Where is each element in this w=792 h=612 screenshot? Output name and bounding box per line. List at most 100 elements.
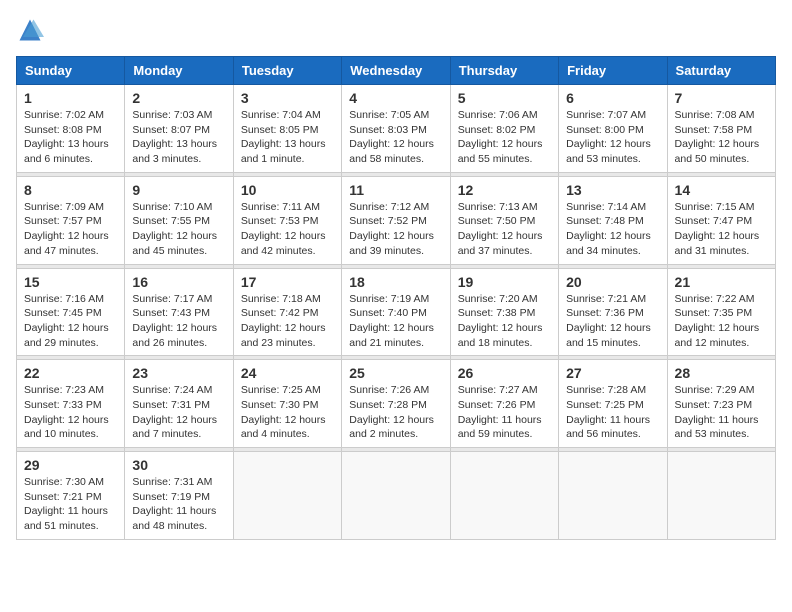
day-number: 1 [24,90,117,106]
logo [16,16,48,44]
day-info: Sunrise: 7:03 AMSunset: 8:07 PMDaylight:… [132,108,225,167]
day-info: Sunrise: 7:29 AMSunset: 7:23 PMDaylight:… [675,383,768,442]
day-number: 17 [241,274,334,290]
day-info: Sunrise: 7:23 AMSunset: 7:33 PMDaylight:… [24,383,117,442]
calendar-cell: 3Sunrise: 7:04 AMSunset: 8:05 PMDaylight… [233,85,341,173]
week-row-3: 15 Sunrise: 7:16 AMSunset: 7:45 PMDayligh… [17,268,776,356]
day-header-wednesday: Wednesday [342,57,450,85]
day-info: Sunrise: 7:28 AMSunset: 7:25 PMDaylight:… [566,383,659,442]
day-info: Sunrise: 7:19 AMSunset: 7:40 PMDaylight:… [349,292,442,351]
day-number: 3 [241,90,334,106]
day-header-monday: Monday [125,57,233,85]
calendar-cell: 5 Sunrise: 7:06 AMSunset: 8:02 PMDaylight… [450,85,558,173]
day-number: 30 [132,457,225,473]
calendar-cell: 8 Sunrise: 7:09 AMSunset: 7:57 PMDaylight… [17,176,125,264]
day-info: Sunrise: 7:20 AMSunset: 7:38 PMDaylight:… [458,292,551,351]
week-row-1: 1 Sunrise: 7:02 AMSunset: 8:08 PMDaylight… [17,85,776,173]
day-info: Sunrise: 7:30 AMSunset: 7:21 PMDaylight:… [24,475,117,534]
day-info: Sunrise: 7:14 AMSunset: 7:48 PMDaylight:… [566,200,659,259]
calendar-cell: 15 Sunrise: 7:16 AMSunset: 7:45 PMDayligh… [17,268,125,356]
day-number: 26 [458,365,551,381]
day-number: 14 [675,182,768,198]
day-info: Sunrise: 7:07 AMSunset: 8:00 PMDaylight:… [566,108,659,167]
day-header-friday: Friday [559,57,667,85]
day-number: 25 [349,365,442,381]
calendar-table: SundayMondayTuesdayWednesdayThursdayFrid… [16,56,776,540]
day-info: Sunrise: 7:10 AMSunset: 7:55 PMDaylight:… [132,200,225,259]
day-number: 16 [132,274,225,290]
calendar-cell: 19 Sunrise: 7:20 AMSunset: 7:38 PMDayligh… [450,268,558,356]
logo-icon [16,16,44,44]
day-number: 19 [458,274,551,290]
day-info: Sunrise: 7:06 AMSunset: 8:02 PMDaylight:… [458,108,551,167]
day-info: Sunrise: 7:18 AMSunset: 7:42 PMDaylight:… [241,292,334,351]
day-info: Sunrise: 7:16 AMSunset: 7:45 PMDaylight:… [24,292,117,351]
calendar-cell: 23 Sunrise: 7:24 AMSunset: 7:31 PMDayligh… [125,360,233,448]
calendar-cell: 2 Sunrise: 7:03 AMSunset: 8:07 PMDaylight… [125,85,233,173]
day-number: 2 [132,90,225,106]
day-number: 15 [24,274,117,290]
calendar-cell: 20 Sunrise: 7:21 AMSunset: 7:36 PMDayligh… [559,268,667,356]
week-row-5: 29 Sunrise: 7:30 AMSunset: 7:21 PMDayligh… [17,452,776,540]
day-number: 8 [24,182,117,198]
day-number: 7 [675,90,768,106]
day-number: 4 [349,90,442,106]
calendar-cell: 18 Sunrise: 7:19 AMSunset: 7:40 PMDayligh… [342,268,450,356]
calendar-cell [450,452,558,540]
calendar-cell: 22 Sunrise: 7:23 AMSunset: 7:33 PMDayligh… [17,360,125,448]
calendar-cell: 16 Sunrise: 7:17 AMSunset: 7:43 PMDayligh… [125,268,233,356]
day-number: 12 [458,182,551,198]
day-info: Sunrise: 7:27 AMSunset: 7:26 PMDaylight:… [458,383,551,442]
day-info: Sunrise: 7:05 AMSunset: 8:03 PMDaylight:… [349,108,442,167]
day-info: Sunrise: 7:26 AMSunset: 7:28 PMDaylight:… [349,383,442,442]
week-row-4: 22 Sunrise: 7:23 AMSunset: 7:33 PMDayligh… [17,360,776,448]
day-info: Sunrise: 7:17 AMSunset: 7:43 PMDaylight:… [132,292,225,351]
day-info: Sunrise: 7:31 AMSunset: 7:19 PMDaylight:… [132,475,225,534]
calendar-cell: 21Sunrise: 7:22 AMSunset: 7:35 PMDayligh… [667,268,775,356]
calendar-cell: 6 Sunrise: 7:07 AMSunset: 8:00 PMDaylight… [559,85,667,173]
day-info: Sunrise: 7:24 AMSunset: 7:31 PMDaylight:… [132,383,225,442]
day-header-sunday: Sunday [17,57,125,85]
day-info: Sunrise: 7:22 AMSunset: 7:35 PMDaylight:… [675,292,768,351]
day-number: 22 [24,365,117,381]
day-number: 13 [566,182,659,198]
calendar-cell: 29 Sunrise: 7:30 AMSunset: 7:21 PMDayligh… [17,452,125,540]
calendar-cell: 14Sunrise: 7:15 AMSunset: 7:47 PMDayligh… [667,176,775,264]
day-header-thursday: Thursday [450,57,558,85]
day-number: 6 [566,90,659,106]
calendar-cell: 17 Sunrise: 7:18 AMSunset: 7:42 PMDayligh… [233,268,341,356]
calendar-cell [233,452,341,540]
day-number: 29 [24,457,117,473]
day-info: Sunrise: 7:12 AMSunset: 7:52 PMDaylight:… [349,200,442,259]
week-row-2: 8 Sunrise: 7:09 AMSunset: 7:57 PMDaylight… [17,176,776,264]
day-info: Sunrise: 7:02 AMSunset: 8:08 PMDaylight:… [24,108,117,167]
calendar-cell: 12 Sunrise: 7:13 AMSunset: 7:50 PMDayligh… [450,176,558,264]
day-number: 18 [349,274,442,290]
day-number: 23 [132,365,225,381]
calendar-cell: 25 Sunrise: 7:26 AMSunset: 7:28 PMDayligh… [342,360,450,448]
day-info: Sunrise: 7:21 AMSunset: 7:36 PMDaylight:… [566,292,659,351]
calendar-cell: 7 Sunrise: 7:08 AMSunset: 7:58 PMDaylight… [667,85,775,173]
day-info: Sunrise: 7:11 AMSunset: 7:53 PMDaylight:… [241,200,334,259]
calendar-cell: 9 Sunrise: 7:10 AMSunset: 7:55 PMDaylight… [125,176,233,264]
calendar-cell: 13 Sunrise: 7:14 AMSunset: 7:48 PMDayligh… [559,176,667,264]
calendar-cell: 4 Sunrise: 7:05 AMSunset: 8:03 PMDaylight… [342,85,450,173]
day-header-tuesday: Tuesday [233,57,341,85]
calendar-cell: 26 Sunrise: 7:27 AMSunset: 7:26 PMDayligh… [450,360,558,448]
day-info: Sunrise: 7:25 AMSunset: 7:30 PMDaylight:… [241,383,334,442]
day-number: 10 [241,182,334,198]
calendar-cell: 30 Sunrise: 7:31 AMSunset: 7:19 PMDayligh… [125,452,233,540]
day-header-saturday: Saturday [667,57,775,85]
calendar-cell: 10 Sunrise: 7:11 AMSunset: 7:53 PMDayligh… [233,176,341,264]
calendar-cell [667,452,775,540]
day-info: Sunrise: 7:09 AMSunset: 7:57 PMDaylight:… [24,200,117,259]
day-info: Sunrise: 7:08 AMSunset: 7:58 PMDaylight:… [675,108,768,167]
day-number: 11 [349,182,442,198]
day-info: Sunrise: 7:13 AMSunset: 7:50 PMDaylight:… [458,200,551,259]
day-number: 5 [458,90,551,106]
day-number: 9 [132,182,225,198]
day-number: 24 [241,365,334,381]
day-number: 27 [566,365,659,381]
day-number: 20 [566,274,659,290]
header-row: SundayMondayTuesdayWednesdayThursdayFrid… [17,57,776,85]
